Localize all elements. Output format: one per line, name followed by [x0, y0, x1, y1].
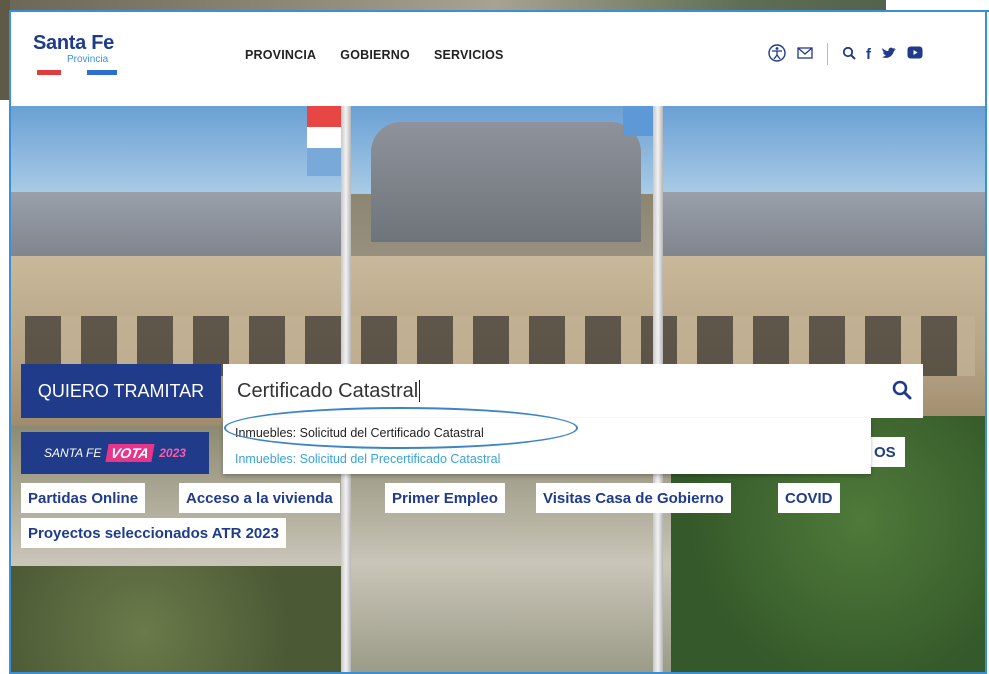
- quick-link-visitas-casa-gobierno[interactable]: Visitas Casa de Gobierno: [536, 483, 731, 513]
- logo-blue-bar: [87, 70, 117, 75]
- mail-icon[interactable]: [797, 46, 813, 63]
- search-suggestions: Inmuebles: Solicitud del Certificado Cat…: [223, 418, 871, 474]
- quick-link-covid[interactable]: COVID: [778, 483, 840, 513]
- header-icons: f: [767, 42, 933, 66]
- quick-link-proyectos-atr[interactable]: Proyectos seleccionados ATR 2023: [21, 518, 286, 548]
- vota-badge: VOTA: [105, 444, 155, 462]
- search-label: QUIERO TRAMITAR: [21, 364, 221, 418]
- main-nav: PROVINCIA GOBIERNO SERVICIOS: [245, 48, 504, 62]
- accessibility-icon[interactable]: [767, 43, 787, 66]
- nav-provincia[interactable]: PROVINCIA: [245, 48, 316, 62]
- flag-left: [307, 106, 341, 176]
- suggestion-item[interactable]: Inmuebles: Solicitud del Precertificado …: [235, 452, 500, 466]
- hero-roof-right: [661, 192, 985, 262]
- vota-banner[interactable]: SANTA FE VOTA 2023: [21, 432, 209, 474]
- vota-prefix: SANTA FE: [44, 446, 102, 460]
- search-submit-icon[interactable]: [891, 379, 915, 403]
- frame-corner-line: [886, 10, 989, 12]
- flag-right: [623, 106, 653, 136]
- site-header: Santa Fe Provincia PROVINCIA GOBIERNO SE…: [11, 12, 985, 106]
- logo-red-bar: [37, 70, 61, 75]
- suggestion-item[interactable]: Inmuebles: Solicitud del Certificado Cat…: [235, 426, 484, 440]
- nav-gobierno[interactable]: GOBIERNO: [340, 48, 410, 62]
- youtube-icon[interactable]: [907, 46, 923, 62]
- hero-trees-left: [11, 566, 341, 672]
- santa-fe-logo[interactable]: Santa Fe Provincia: [33, 32, 123, 82]
- search-input-value: Certificado Catastral: [237, 379, 419, 402]
- text-caret: [419, 380, 421, 402]
- nav-servicios[interactable]: SERVICIOS: [434, 48, 504, 62]
- quick-link-partial[interactable]: OS: [867, 437, 905, 467]
- vota-year: 2023: [159, 446, 186, 460]
- hero-image: QUIERO TRAMITAR Certificado Catastral SA…: [11, 106, 985, 672]
- quick-link-primer-empleo[interactable]: Primer Empleo: [385, 483, 505, 513]
- header-divider: [827, 43, 828, 65]
- logo-subtitle: Provincia: [67, 54, 109, 65]
- logo-title: Santa Fe: [33, 32, 114, 54]
- hero-dome: [371, 122, 641, 242]
- hero-roof-left: [11, 192, 351, 262]
- search-icon[interactable]: [842, 46, 856, 63]
- quick-link-acceso-vivienda[interactable]: Acceso a la vivienda: [179, 483, 340, 513]
- twitter-icon[interactable]: [881, 46, 897, 63]
- quick-link-partidas-online[interactable]: Partidas Online: [21, 483, 146, 513]
- facebook-icon[interactable]: f: [866, 46, 871, 63]
- browser-frame: Santa Fe Provincia PROVINCIA GOBIERNO SE…: [9, 10, 987, 674]
- search-input[interactable]: Certificado Catastral: [223, 364, 923, 418]
